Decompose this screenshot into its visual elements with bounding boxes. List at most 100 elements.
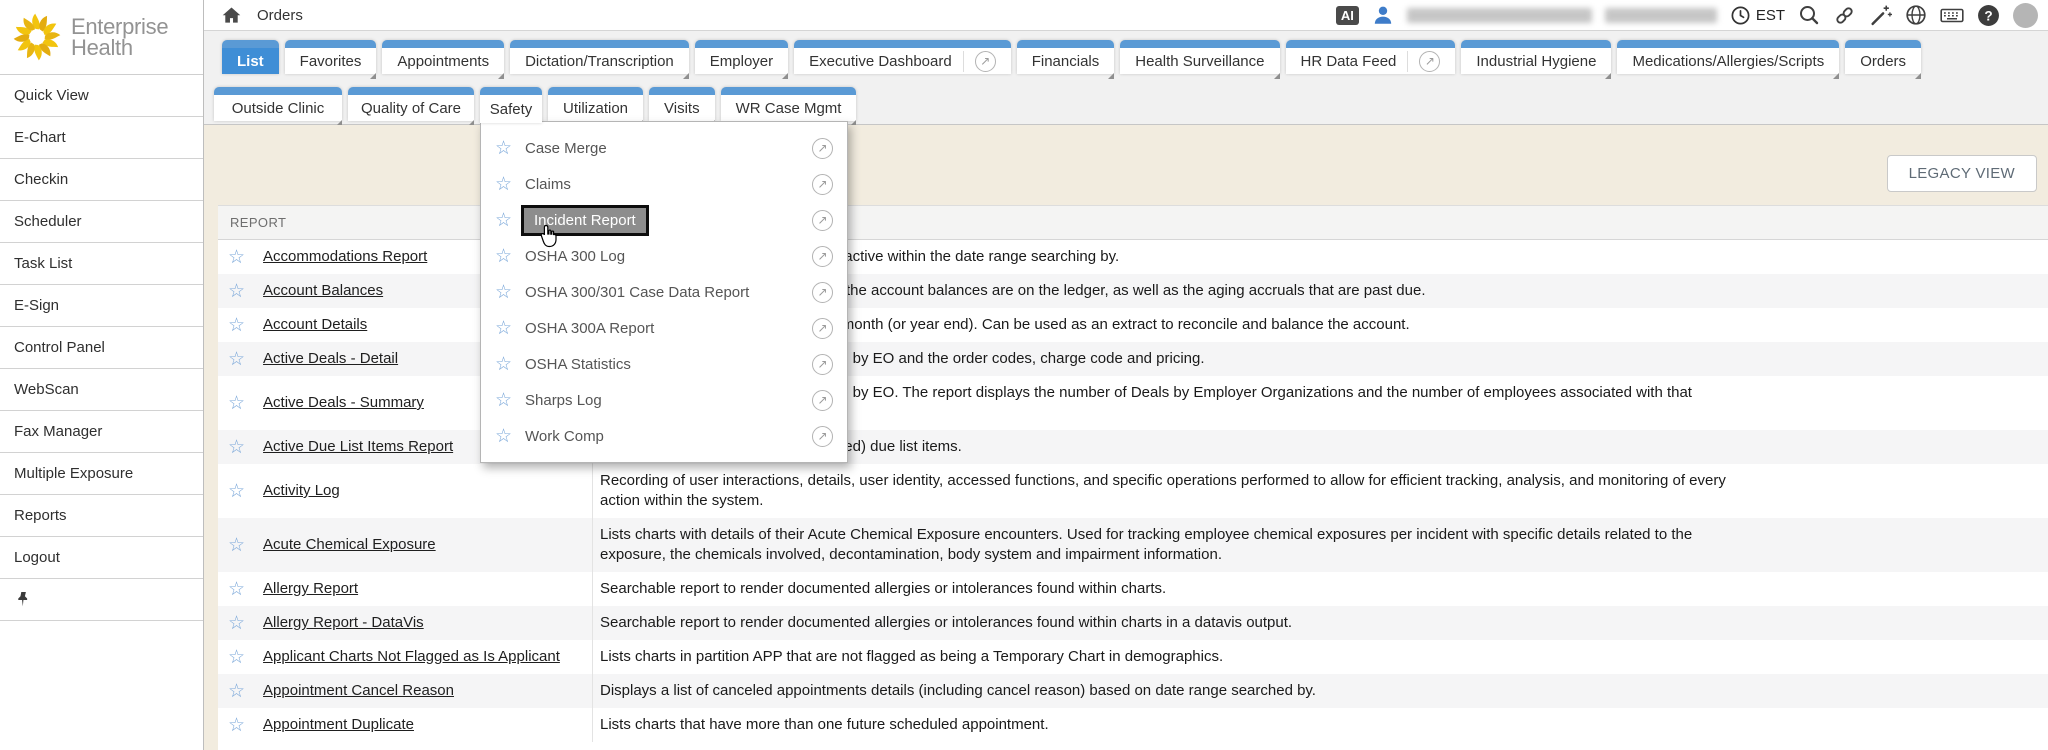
legacy-view-button[interactable]: LEGACY VIEW bbox=[1887, 155, 2037, 192]
favorite-star-icon[interactable]: ☆ bbox=[495, 283, 519, 302]
menu-item[interactable]: ☆ Work Comp ↗ bbox=[481, 418, 847, 454]
sidebar-item[interactable]: Checkin bbox=[0, 159, 203, 201]
search-icon[interactable] bbox=[1798, 4, 1820, 26]
tab[interactable]: Medications/Allergies/Scripts ↗ bbox=[1617, 40, 1839, 74]
report-link[interactable]: Active Deals - Detail bbox=[263, 349, 398, 369]
pushpin-icon bbox=[14, 590, 33, 609]
report-link[interactable]: Account Balances bbox=[263, 281, 383, 301]
favorite-star-icon[interactable]: ☆ bbox=[495, 355, 519, 374]
favorite-star-icon[interactable]: ☆ bbox=[495, 139, 519, 158]
report-link[interactable]: Applicant Charts Not Flagged as Is Appli… bbox=[263, 647, 560, 667]
favorite-star-icon[interactable]: ☆ bbox=[228, 716, 245, 735]
tab[interactable]: Industrial Hygiene ↗ bbox=[1461, 40, 1611, 74]
menu-item[interactable]: ☆ OSHA 300A Report ↗ bbox=[481, 310, 847, 346]
favorite-star-icon[interactable]: ☆ bbox=[495, 427, 519, 446]
external-link-icon[interactable]: ↗ bbox=[812, 138, 833, 159]
report-link[interactable]: Appointment Duplicate bbox=[263, 715, 414, 735]
tab[interactable]: Orders ↗ bbox=[1845, 40, 1921, 74]
tab[interactable]: Visits ↗ bbox=[649, 87, 715, 121]
wand-icon[interactable] bbox=[1869, 4, 1892, 27]
external-link-icon[interactable]: ↗ bbox=[812, 318, 833, 339]
tab[interactable]: List ↗ bbox=[222, 40, 279, 74]
sidebar-item[interactable]: E-Sign bbox=[0, 285, 203, 327]
tab[interactable]: Safety ↗ bbox=[480, 87, 542, 123]
tab[interactable]: Health Surveillance ↗ bbox=[1120, 40, 1279, 74]
tab[interactable]: Quality of Care ↗ bbox=[348, 87, 474, 121]
report-link[interactable]: Allergy Report - DataVis bbox=[263, 613, 424, 633]
external-link-icon[interactable]: ↗ bbox=[812, 426, 833, 447]
favorite-star-icon[interactable]: ☆ bbox=[228, 536, 245, 555]
menu-item[interactable]: ☆ OSHA Statistics ↗ bbox=[481, 346, 847, 382]
favorite-star-icon[interactable]: ☆ bbox=[228, 282, 245, 301]
favorite-star-icon[interactable]: ☆ bbox=[495, 319, 519, 338]
sidebar-item[interactable]: Task List bbox=[0, 243, 203, 285]
sidebar-item[interactable]: WebScan bbox=[0, 369, 203, 411]
favorite-star-icon[interactable]: ☆ bbox=[495, 247, 519, 266]
home-icon[interactable] bbox=[221, 5, 242, 26]
report-description: Lists charts that have more than one fut… bbox=[593, 708, 2048, 742]
menu-item[interactable]: ☆ Claims ↗ bbox=[481, 166, 847, 202]
tab[interactable]: Executive Dashboard ↗ bbox=[794, 40, 1011, 74]
menu-item[interactable]: ☆ Case Merge ↗ bbox=[481, 130, 847, 166]
favorite-star-icon[interactable]: ☆ bbox=[228, 648, 245, 667]
sidebar-item[interactable]: Fax Manager bbox=[0, 411, 203, 453]
favorite-star-icon[interactable]: ☆ bbox=[228, 316, 245, 335]
sidebar-item[interactable]: Control Panel bbox=[0, 327, 203, 369]
tab[interactable]: Financials ↗ bbox=[1017, 40, 1115, 74]
favorite-star-icon[interactable]: ☆ bbox=[228, 614, 245, 633]
external-link-icon[interactable]: ↗ bbox=[812, 354, 833, 375]
menu-item-label: Work Comp bbox=[525, 428, 604, 445]
report-link[interactable]: Activity Log bbox=[263, 481, 340, 501]
external-link-icon[interactable]: ↗ bbox=[812, 174, 833, 195]
report-link[interactable]: Appointment Cancel Reason bbox=[263, 681, 454, 701]
tab[interactable]: Dictation/Transcription ↗ bbox=[510, 40, 689, 74]
globe-icon[interactable] bbox=[1905, 4, 1927, 26]
favorite-star-icon[interactable]: ☆ bbox=[228, 482, 245, 501]
tab[interactable]: Appointments ↗ bbox=[382, 40, 504, 74]
sidebar-pin[interactable] bbox=[0, 579, 203, 621]
external-link-icon[interactable]: ↗ bbox=[812, 390, 833, 411]
sidebar-item[interactable]: Multiple Exposure bbox=[0, 453, 203, 495]
favorite-star-icon[interactable]: ☆ bbox=[495, 391, 519, 410]
sidebar-item[interactable]: Quick View bbox=[0, 75, 203, 117]
report-link[interactable]: Active Deals - Summary bbox=[263, 393, 424, 413]
ai-badge[interactable]: AI bbox=[1336, 6, 1359, 25]
tab[interactable]: Utilization ↗ bbox=[548, 87, 643, 121]
favorite-star-icon[interactable]: ☆ bbox=[228, 248, 245, 267]
tab[interactable]: WR Case Mgmt ↗ bbox=[721, 87, 857, 121]
report-link[interactable]: Accommodations Report bbox=[263, 247, 427, 267]
menu-item[interactable]: ☆ OSHA 300/301 Case Data Report ↗ bbox=[481, 274, 847, 310]
sidebar-item[interactable]: Scheduler bbox=[0, 201, 203, 243]
sidebar-item[interactable]: Logout bbox=[0, 537, 203, 579]
sidebar-item[interactable]: E-Chart bbox=[0, 117, 203, 159]
report-link[interactable]: Account Details bbox=[263, 315, 367, 335]
user-name-redacted bbox=[1407, 8, 1592, 23]
external-link-icon: ↗ bbox=[1407, 51, 1440, 72]
favorite-star-icon[interactable]: ☆ bbox=[228, 350, 245, 369]
favorite-star-icon[interactable]: ☆ bbox=[495, 175, 519, 194]
avatar[interactable] bbox=[2013, 3, 2038, 28]
keyboard-icon[interactable] bbox=[1940, 4, 1964, 26]
report-link[interactable]: Allergy Report bbox=[263, 579, 358, 599]
report-link[interactable]: Acute Chemical Exposure bbox=[263, 535, 436, 555]
external-link-icon[interactable]: ↗ bbox=[812, 210, 833, 231]
favorite-star-icon[interactable]: ☆ bbox=[228, 580, 245, 599]
tab[interactable]: Favorites ↗ bbox=[285, 40, 377, 74]
timezone-indicator[interactable]: EST bbox=[1730, 5, 1785, 26]
report-link[interactable]: Active Due List Items Report bbox=[263, 437, 453, 457]
external-link-icon[interactable]: ↗ bbox=[812, 246, 833, 267]
menu-item[interactable]: ☆ Incident Report ↗ bbox=[481, 202, 847, 238]
menu-item[interactable]: ☆ Sharps Log ↗ bbox=[481, 382, 847, 418]
sidebar-item[interactable]: Reports bbox=[0, 495, 203, 537]
external-link-icon[interactable]: ↗ bbox=[812, 282, 833, 303]
tab[interactable]: HR Data Feed ↗ bbox=[1286, 40, 1456, 74]
help-icon[interactable]: ? bbox=[1977, 4, 2000, 27]
menu-item[interactable]: ☆ OSHA 300 Log ↗ bbox=[481, 238, 847, 274]
tab[interactable]: Outside Clinic ↗ bbox=[214, 87, 342, 121]
favorite-star-icon[interactable]: ☆ bbox=[228, 438, 245, 457]
favorite-star-icon[interactable]: ☆ bbox=[495, 211, 519, 230]
favorite-star-icon[interactable]: ☆ bbox=[228, 394, 245, 413]
link-icon[interactable] bbox=[1833, 4, 1856, 27]
favorite-star-icon[interactable]: ☆ bbox=[228, 682, 245, 701]
tab[interactable]: Employer ↗ bbox=[695, 40, 788, 74]
